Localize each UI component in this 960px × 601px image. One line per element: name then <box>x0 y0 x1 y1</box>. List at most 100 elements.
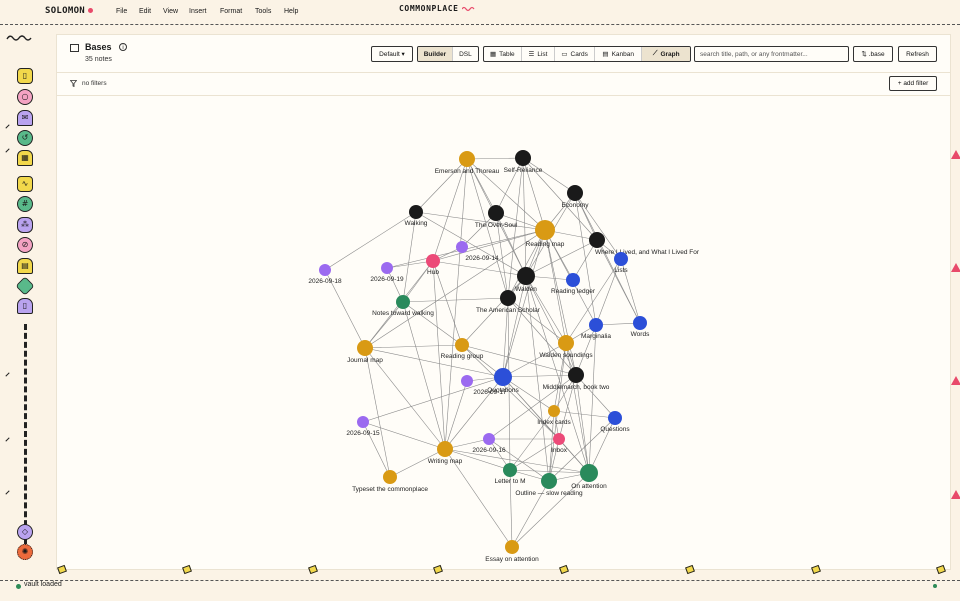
menu-insert[interactable]: Insert <box>189 8 207 15</box>
graph-node-d0915[interactable]: 2026-09-15 <box>346 416 380 437</box>
graph-node-hub[interactable]: Hub <box>426 254 440 276</box>
graph-node-dot[interactable] <box>568 367 584 383</box>
flag-marker <box>811 564 821 575</box>
graph-node-middlemarch[interactable]: Middlemarch, book two <box>543 367 610 391</box>
graph-node-dot[interactable] <box>541 473 557 489</box>
tab-table[interactable]: ▦ Table <box>484 47 522 61</box>
inbox-icon[interactable]: ✉ <box>17 110 33 126</box>
graph-node-quotations[interactable]: Quotations <box>487 368 519 394</box>
history-icon[interactable]: ↺ <box>17 130 33 146</box>
graph-node-walking[interactable]: Walking <box>405 205 428 227</box>
graph-node-dot[interactable] <box>426 254 440 268</box>
graph-node-emerson[interactable]: Emerson and Thoreau <box>435 151 500 175</box>
graph-node-readingledger[interactable]: Reading ledger <box>551 273 596 295</box>
graph-node-marginalia[interactable]: Marginalia <box>581 318 611 340</box>
graph-node-notestoward[interactable]: Notes toward walking <box>372 295 434 317</box>
graph-node-dot[interactable] <box>589 232 605 248</box>
graph-node-dot[interactable] <box>633 316 647 330</box>
graph-node-dot[interactable] <box>483 433 495 445</box>
tab-list[interactable]: ☰ List <box>522 47 556 61</box>
graph-node-journalmap[interactable]: Journal map <box>347 340 383 364</box>
graph-node-d0918[interactable]: 2026-09-18 <box>308 264 342 285</box>
menu-edit[interactable]: Edit <box>139 8 151 15</box>
book-icon[interactable]: ▯ <box>17 298 33 314</box>
graph-node-where[interactable]: Where I Lived, and What I Lived For <box>589 232 700 256</box>
graph-node-dot[interactable] <box>548 405 560 417</box>
archive-icon[interactable]: ▤ <box>17 258 33 274</box>
settings-icon[interactable]: ✺ <box>17 544 33 560</box>
graph-node-d0916[interactable]: 2026-09-16 <box>472 433 506 454</box>
add-filter-button[interactable]: + add filter <box>889 76 937 91</box>
graph-node-dot[interactable] <box>461 375 473 387</box>
graph-node-dot[interactable] <box>608 411 622 425</box>
graph-node-dot[interactable] <box>517 267 535 285</box>
graph-node-dot[interactable] <box>503 463 517 477</box>
graph-node-dot[interactable] <box>558 335 574 351</box>
graph-node-onattention[interactable]: On attention <box>571 464 607 490</box>
graph-node-dot[interactable] <box>580 464 598 482</box>
graph-node-dot[interactable] <box>357 416 369 428</box>
kanban-icon: ▤ <box>602 51 609 58</box>
info-icon[interactable]: i <box>119 43 127 51</box>
graph-node-dot[interactable] <box>494 368 512 386</box>
menu-format[interactable]: Format <box>220 8 242 15</box>
graph-node-dot[interactable] <box>488 205 504 221</box>
graph-node-dot[interactable] <box>553 433 565 445</box>
graph-node-essay[interactable]: Essay on attention <box>485 540 539 563</box>
mode-dsl[interactable]: DSL <box>453 47 478 61</box>
graph-node-label: Walking <box>405 220 428 227</box>
graph-node-dot[interactable] <box>381 262 393 274</box>
graph-node-dot[interactable] <box>459 151 475 167</box>
mode-builder[interactable]: Builder <box>418 47 453 61</box>
graph-node-indexcards[interactable]: Index cards <box>537 405 572 426</box>
shield-icon[interactable]: ◇ <box>17 524 33 540</box>
note-icon[interactable]: ▯ <box>17 68 33 84</box>
tab-list-label: List <box>537 50 548 58</box>
graph-node-economy[interactable]: Economy <box>561 185 589 209</box>
graph-node-overSoul[interactable]: The Over-Soul <box>475 205 518 229</box>
graph-node-americanscholar[interactable]: The American Scholar <box>476 290 541 314</box>
graph-node-typeset[interactable]: Typeset the commonplace <box>352 470 428 493</box>
tab-cards[interactable]: ▭ Cards <box>555 47 595 61</box>
tag-icon[interactable]: ⊘ <box>17 237 33 253</box>
search-input[interactable] <box>694 46 849 62</box>
graph-node-walden[interactable]: Walden <box>515 267 537 293</box>
menu-help[interactable]: Help <box>284 8 298 15</box>
refresh-button[interactable]: Refresh <box>898 46 937 62</box>
graph-node-dot[interactable] <box>409 205 423 219</box>
graph-canvas[interactable]: Emerson and Thoreau Self-Reliance Economy W… <box>57 95 950 569</box>
menu-view[interactable]: View <box>163 8 178 15</box>
graph-node-dot[interactable] <box>567 185 583 201</box>
graph-node-dot[interactable] <box>455 338 469 352</box>
graph-icon[interactable]: ⁂ <box>17 217 33 233</box>
graph-node-dot[interactable] <box>500 290 516 306</box>
activity-icon[interactable]: ∿ <box>17 176 33 192</box>
graph-node-dot[interactable] <box>319 264 331 276</box>
graph-node-dot[interactable] <box>566 273 580 287</box>
tab-kanban[interactable]: ▤ Kanban <box>595 47 643 61</box>
graph-node-questions[interactable]: Questions <box>600 411 630 433</box>
graph-node-selfreliance[interactable]: Self-Reliance <box>504 150 543 174</box>
search-icon[interactable]: ○ <box>17 89 33 105</box>
menu-file[interactable]: File <box>116 8 127 15</box>
grid-icon[interactable]: # <box>17 196 33 212</box>
graph-node-dot[interactable] <box>515 150 531 166</box>
graph-node-dot[interactable] <box>437 441 453 457</box>
graph-node-dot[interactable] <box>456 241 468 253</box>
base-button[interactable]: ⇅ .base <box>853 46 893 62</box>
graph-node-dot[interactable] <box>505 540 519 554</box>
graph-node-dot[interactable] <box>535 220 555 240</box>
graph-node-words[interactable]: Words <box>631 316 650 338</box>
graph-node-d0914[interactable]: 2026-09-14 <box>456 241 499 262</box>
tab-graph[interactable]: ⟋ Graph <box>642 47 690 61</box>
menu-tools[interactable]: Tools <box>255 8 271 15</box>
label-icon[interactable] <box>15 276 35 296</box>
graph-node-dot[interactable] <box>614 252 628 266</box>
view-select[interactable]: Default ▾ <box>371 46 413 62</box>
graph-node-dot[interactable] <box>357 340 373 356</box>
graph-node-dot[interactable] <box>383 470 397 484</box>
graph-node-dot[interactable] <box>589 318 603 332</box>
graph-node-lists[interactable]: Lists <box>614 252 628 274</box>
calendar-icon[interactable]: ▦ <box>17 150 33 166</box>
graph-node-dot[interactable] <box>396 295 410 309</box>
